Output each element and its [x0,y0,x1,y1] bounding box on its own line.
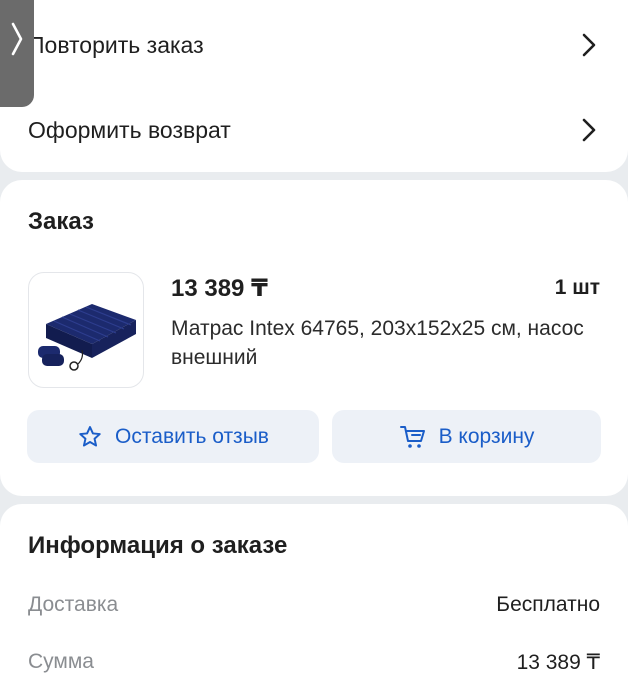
chevron-right-icon [578,33,600,57]
actions-card: Повторить заказ Оформить возврат [0,0,628,172]
info-value: 13 389 ₸ [516,651,600,674]
add-to-cart-label: В корзину [438,424,535,448]
order-card: Заказ 13 389 ₸ 1 шт Матрас Intex 64765, … [0,180,628,496]
product-price: 13 389 ₸ [171,275,268,302]
add-to-cart-button[interactable]: В корзину [332,410,601,463]
return-order-row[interactable]: Оформить возврат [0,95,628,165]
chevron-right-icon [578,118,600,142]
cart-icon [399,424,427,450]
order-section-title: Заказ [28,208,94,235]
info-key: Сумма [28,650,94,673]
product-thumbnail[interactable] [28,272,144,388]
inflatable-mattress-image [38,304,136,371]
leave-review-label: Оставить отзыв [115,424,269,448]
info-row-delivery: Доставка Бесплатно [28,593,600,617]
repeat-order-row[interactable]: Повторить заказ [0,10,628,80]
order-info-card: Информация о заказе Доставка Бесплатно С… [0,504,628,700]
side-panel-handle[interactable] [0,0,34,107]
return-order-label: Оформить возврат [28,116,231,143]
repeat-order-label: Повторить заказ [28,31,204,58]
star-icon [77,424,103,450]
order-info-title: Информация о заказе [28,532,288,559]
product-quantity: 1 шт [554,276,600,299]
product-name[interactable]: Матрас Intex 64765, 203x152x25 см, насос… [171,314,591,372]
info-value: Бесплатно [496,593,600,616]
leave-review-button[interactable]: Оставить отзыв [27,410,319,463]
info-row-sum: Сумма 13 389 ₸ [28,650,600,675]
side-handle-arrow-icon [11,22,23,61]
info-key: Доставка [28,593,119,616]
